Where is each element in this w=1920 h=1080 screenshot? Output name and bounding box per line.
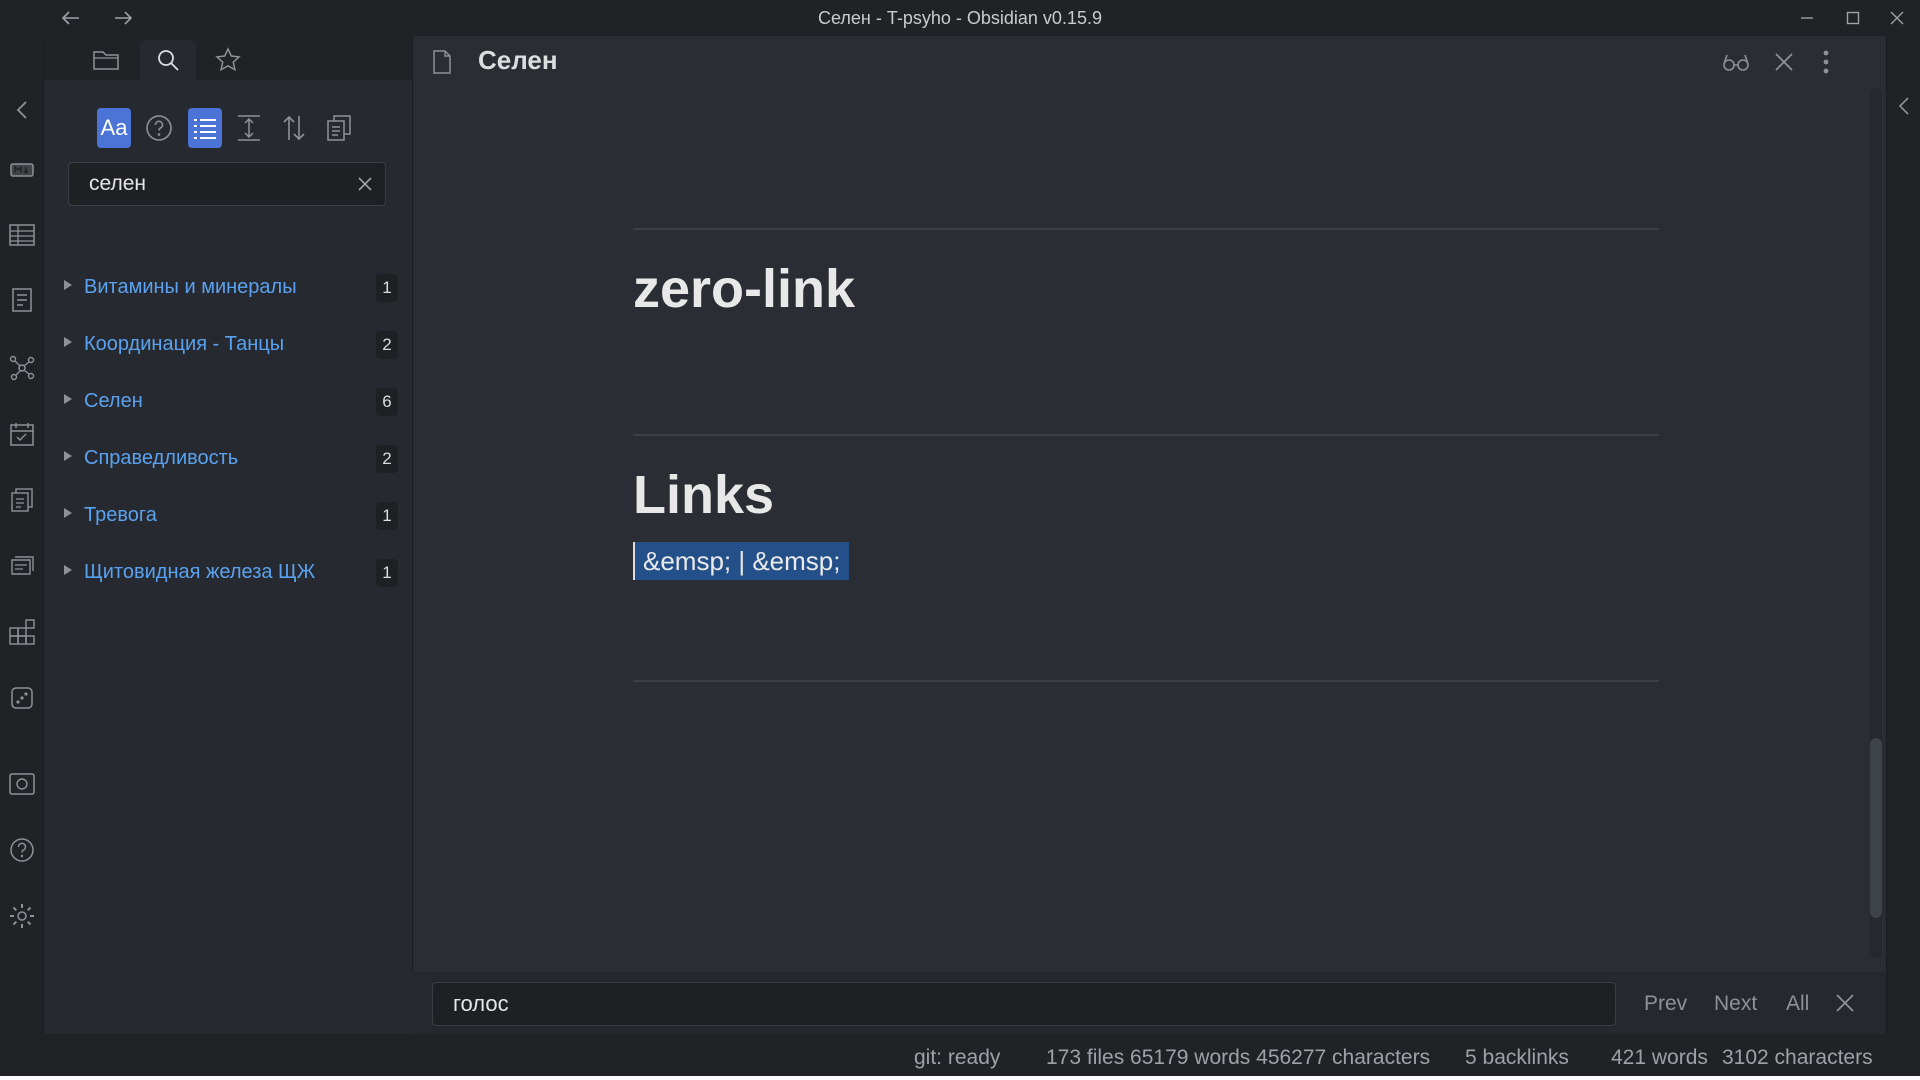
slides-icon[interactable] <box>8 552 36 580</box>
ribbon <box>0 36 44 1034</box>
backlinks-count[interactable]: 5 backlinks <box>1465 1046 1569 1070</box>
match-case-button[interactable]: Aa <box>97 108 131 148</box>
editor-scrollbar[interactable] <box>1870 88 1882 958</box>
expand-right-sidebar-icon[interactable] <box>1897 96 1911 116</box>
vault-stats: 173 files 65179 words 456277 characters <box>1046 1046 1431 1069</box>
more-options-icon[interactable] <box>1811 47 1841 77</box>
close-tab-icon[interactable] <box>1769 47 1799 77</box>
copy-results-icon[interactable] <box>322 108 356 148</box>
match-count-badge: 2 <box>376 331 398 359</box>
search-result-label[interactable]: Витамины и минералы <box>84 276 297 299</box>
file-explorer-folder-icon[interactable] <box>78 40 134 80</box>
match-count-badge: 1 <box>376 502 398 530</box>
expand-triangle-icon[interactable] <box>64 280 72 290</box>
maximize-icon[interactable] <box>1830 0 1876 36</box>
selected-text-line[interactable]: &emsp; | &emsp; <box>633 542 849 580</box>
match-count-badge: 6 <box>376 388 398 416</box>
heading-links[interactable]: Links <box>633 464 774 526</box>
prev-match-button[interactable]: Prev <box>1644 992 1687 1016</box>
find-input[interactable] <box>433 983 1615 1025</box>
sort-order-icon[interactable] <box>277 108 311 148</box>
horizontal-rule <box>633 228 1659 230</box>
find-bar: Prev Next All <box>412 972 1886 1034</box>
view-header: Селен <box>413 36 1887 86</box>
search-result-label[interactable]: Тревога <box>84 504 157 527</box>
git-status[interactable]: git: ready <box>914 1046 1000 1070</box>
explain-query-icon[interactable] <box>142 108 176 148</box>
expand-triangle-icon[interactable] <box>64 394 72 404</box>
clear-search-icon[interactable] <box>353 172 377 196</box>
collapse-sidebar-icon[interactable] <box>8 96 36 124</box>
file-icon <box>427 47 457 77</box>
copy-notes-icon[interactable] <box>8 486 36 514</box>
search-result-item[interactable]: Селен 6 <box>64 382 404 422</box>
kanban-grid-icon[interactable] <box>8 618 36 646</box>
search-input[interactable] <box>69 163 339 205</box>
close-find-icon[interactable] <box>1836 994 1854 1012</box>
window-title: Селен - T-psyho - Obsidian v0.15.9 <box>818 8 1102 28</box>
expand-triangle-icon[interactable] <box>64 337 72 347</box>
title-bar: Селен - T-psyho - Obsidian v0.15.9 <box>0 0 1920 36</box>
search-result-item[interactable]: Тревога 1 <box>64 496 404 536</box>
status-bar: git: ready 173 files 65179 words 456277 … <box>0 1034 1920 1080</box>
left-sidebar: Aa Витамины и минералы 1 Координация - Тан… <box>44 36 412 1034</box>
expand-triangle-icon[interactable] <box>64 565 72 575</box>
search-result-item[interactable]: Витамины и минералы 1 <box>64 268 404 308</box>
search-result-item[interactable]: Координация - Танцы 2 <box>64 325 404 365</box>
match-count-badge: 2 <box>376 445 398 473</box>
minimize-icon[interactable] <box>1784 0 1830 36</box>
search-result-label[interactable]: Справедливость <box>84 447 238 470</box>
vault-icon[interactable] <box>8 770 36 798</box>
help-icon[interactable] <box>8 836 36 864</box>
search-result-label[interactable]: Щитовидная железа ЩЖ <box>84 561 315 584</box>
match-case-label: Aa <box>100 115 128 140</box>
settings-gear-icon[interactable] <box>8 902 36 930</box>
markdown-icon[interactable] <box>8 156 36 184</box>
match-count-badge: 1 <box>376 274 398 302</box>
heading-zero-link[interactable]: zero-link <box>633 258 855 320</box>
match-count-badge: 1 <box>376 559 398 587</box>
search-result-item[interactable]: Щитовидная железа ЩЖ 1 <box>64 553 404 593</box>
expand-triangle-icon[interactable] <box>64 508 72 518</box>
search-result-item[interactable]: Справедливость 2 <box>64 439 404 479</box>
document-icon[interactable] <box>8 286 36 314</box>
right-sidebar-collapsed <box>1886 36 1920 1034</box>
search-input-box[interactable] <box>68 162 386 206</box>
next-match-button[interactable]: Next <box>1714 992 1757 1016</box>
bookmarks-star-icon[interactable] <box>200 40 256 80</box>
graph-view-icon[interactable] <box>8 354 36 382</box>
all-matches-button[interactable]: All <box>1786 992 1809 1016</box>
collapse-results-icon[interactable] <box>232 108 266 148</box>
scrollbar-thumb[interactable] <box>1870 738 1882 918</box>
table-icon[interactable] <box>8 221 36 249</box>
close-window-icon[interactable] <box>1874 0 1920 36</box>
expand-triangle-icon[interactable] <box>64 451 72 461</box>
editor-pane: Селен zero-link Links &emsp; | &emsp; <box>412 36 1886 1034</box>
horizontal-rule <box>633 680 1659 682</box>
dice-icon[interactable] <box>8 684 36 712</box>
character-count: 3102 characters <box>1722 1046 1873 1069</box>
calendar-icon[interactable] <box>8 420 36 448</box>
sidebar-tab-header <box>44 36 412 80</box>
bottom-border <box>0 1076 1920 1080</box>
search-result-label[interactable]: Селен <box>84 390 143 413</box>
reading-view-glasses-icon[interactable] <box>1721 47 1751 77</box>
word-count: 421 words <box>1611 1046 1708 1069</box>
show-more-context-icon[interactable] <box>188 108 222 148</box>
horizontal-rule <box>633 434 1659 436</box>
search-tab-icon[interactable] <box>140 40 196 80</box>
note-title[interactable]: Селен <box>478 45 558 76</box>
search-result-label[interactable]: Координация - Танцы <box>84 333 284 356</box>
find-input-box[interactable] <box>432 982 1616 1026</box>
